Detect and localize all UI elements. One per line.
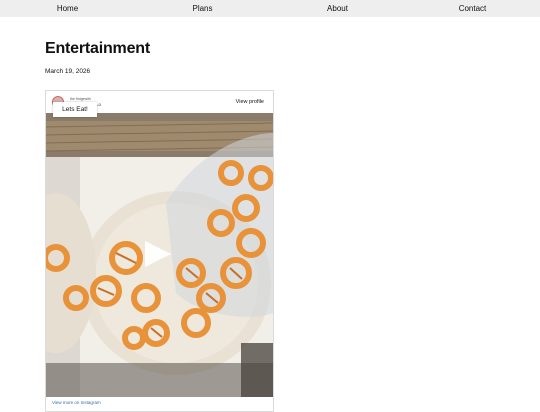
nav-contact[interactable]: Contact [405,0,540,17]
view-more-link[interactable]: View more on Instagram [52,400,101,405]
nav-home[interactable]: Home [0,0,135,17]
account-name[interactable]: the fridgewith [70,97,91,101]
nav-about[interactable]: About [270,0,405,17]
post-date: March 19, 2026 [45,68,91,75]
instagram-embed: the fridgewith Lo View profile Lets Eat! [45,90,274,412]
tooltip: Lets Eat! [53,102,97,117]
video-preview[interactable] [46,113,273,397]
view-profile-link[interactable]: View profile [236,99,264,105]
top-nav: Home Plans About Contact [0,0,540,17]
nav-plans[interactable]: Plans [135,0,270,17]
page-title: Entertainment [45,40,150,57]
play-icon[interactable] [145,241,171,267]
